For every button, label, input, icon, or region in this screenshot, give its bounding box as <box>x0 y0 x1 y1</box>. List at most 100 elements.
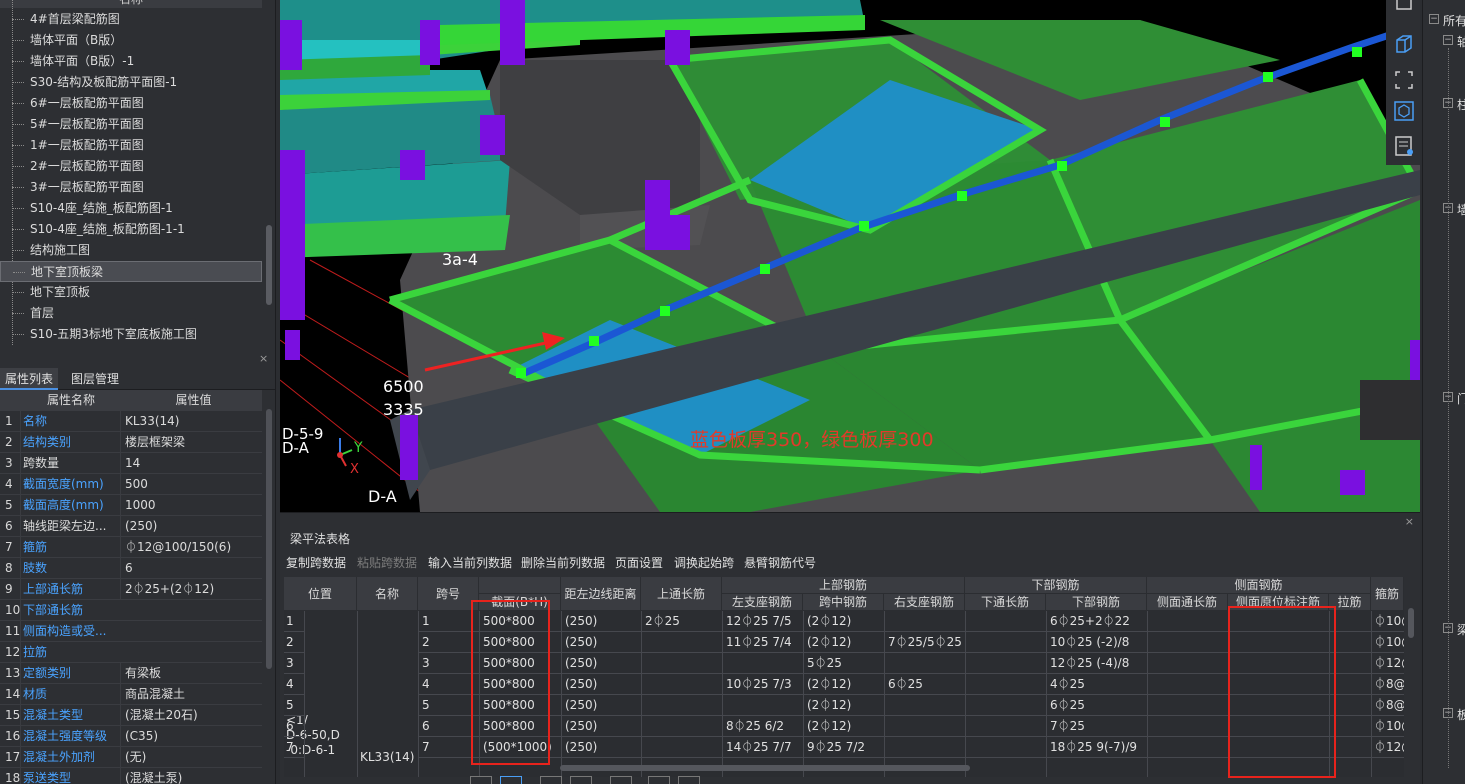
table-cell-idx[interactable]: 2 <box>286 632 301 652</box>
drawing-list-scrollbar[interactable] <box>265 0 273 348</box>
table-cell-mid[interactable]: (2⏀12) <box>807 611 882 631</box>
drawing-list-item[interactable]: 首层 <box>0 303 262 324</box>
scrollbar-thumb[interactable] <box>266 409 272 669</box>
table-cell-right[interactable]: 6⏀25 <box>888 674 963 694</box>
property-row[interactable]: 15 混凝土类型 (混凝土20石) <box>0 705 262 726</box>
property-value[interactable]: 商品混凝土 <box>120 684 262 704</box>
drawing-list-item[interactable]: 1#一层板配筋平面图 <box>0 135 262 156</box>
property-row[interactable]: 4 截面宽度(mm) 500 <box>0 474 262 495</box>
table-cell-dist[interactable]: (250) <box>565 737 639 757</box>
table-cell-span[interactable]: 5 <box>422 695 477 715</box>
table-cell-left[interactable]: 10⏀25 7/3 <box>726 674 801 694</box>
group-axis[interactable]: 轴 <box>1457 33 1465 50</box>
table-cell-stirrup[interactable]: ⏀10@ <box>1374 716 1404 736</box>
property-value[interactable]: ⏀12@100/150(6) <box>120 537 262 557</box>
property-row[interactable]: 11 侧面构造或受... <box>0 621 262 642</box>
beam-table-hscrollbar[interactable] <box>560 764 1250 772</box>
toolbar-button[interactable]: 悬臂钢筋代号 <box>744 554 816 571</box>
table-cell-span[interactable]: 3 <box>422 653 477 673</box>
table-cell-mid[interactable]: 5⏀25 <box>807 653 882 673</box>
table-cell-dist[interactable]: (250) <box>565 674 639 694</box>
close-icon[interactable]: × <box>1405 515 1414 528</box>
scrollbar-thumb[interactable] <box>266 225 272 305</box>
property-value[interactable]: 有梁板 <box>120 663 262 683</box>
status-icon[interactable] <box>570 776 592 784</box>
group-door[interactable]: 门 <box>1457 390 1465 407</box>
table-cell-dist[interactable]: (250) <box>565 611 639 631</box>
drawing-list-item[interactable]: 地下室顶板梁 <box>0 261 262 282</box>
drawing-list-item[interactable]: 3#一层板配筋平面图 <box>0 177 262 198</box>
drawing-list-item[interactable]: 4#首层梁配筋图 <box>0 9 262 30</box>
table-cell-right[interactable]: 7⏀25/5⏀25+ <box>888 632 963 652</box>
table-cell-left[interactable]: 11⏀25 7/4 <box>726 632 801 652</box>
table-cell-idx[interactable]: 1 <box>286 611 301 631</box>
table-cell-mid[interactable]: (2⏀12) <box>807 695 882 715</box>
collapse-icon[interactable]: − <box>1443 35 1453 45</box>
property-row[interactable]: 17 混凝土外加剂 (无) <box>0 747 262 768</box>
table-cell-bottom[interactable]: 4⏀25 <box>1050 674 1145 694</box>
table-cell-bottom[interactable]: 6⏀25 <box>1050 695 1145 715</box>
property-row[interactable]: 9 上部通长筋 2⏀25+(2⏀12) <box>0 579 262 600</box>
3d-view-icon[interactable] <box>1390 30 1416 56</box>
table-cell-left[interactable]: 14⏀25 7/7 <box>726 737 801 757</box>
table-cell-mid[interactable]: (2⏀12) <box>807 716 882 736</box>
table-cell-bottom[interactable]: 6⏀25+2⏀22 <box>1050 611 1145 631</box>
table-cell-stirrup[interactable]: ⏀12@ <box>1374 737 1404 757</box>
table-cell-stirrup[interactable]: ⏀8@ <box>1374 674 1404 694</box>
drawing-list-item[interactable]: 墙体平面（B版）-1 <box>0 51 262 72</box>
group-wall[interactable]: 墙 <box>1457 201 1465 218</box>
property-row[interactable]: 16 混凝土强度等级 (C35) <box>0 726 262 747</box>
table-cell-bottom[interactable]: 18⏀25 9(-7)/9 <box>1050 737 1145 757</box>
scrollbar-thumb[interactable] <box>560 765 970 771</box>
tab-property-list[interactable]: 属性列表 <box>0 368 59 390</box>
drawing-list-item[interactable]: 墙体平面（B版） <box>0 30 262 51</box>
property-row[interactable]: 5 截面高度(mm) 1000 <box>0 495 262 516</box>
property-row[interactable]: 10 下部通长筋 <box>0 600 262 621</box>
table-cell-stirrup[interactable]: ⏀10@ <box>1374 632 1404 652</box>
table-cell-stirrup[interactable]: ⏀12@ <box>1374 653 1404 673</box>
table-cell-span[interactable]: 1 <box>422 611 477 631</box>
property-row[interactable]: 18 泵送类型 (混凝土泵) <box>0 768 262 784</box>
table-cell-idx[interactable]: 5 <box>286 695 301 715</box>
beam-name[interactable]: KL33(14) <box>360 747 418 767</box>
table-cell-dist[interactable]: (250) <box>565 632 639 652</box>
drawing-list-item[interactable]: 2#一层板配筋平面图 <box>0 156 262 177</box>
status-icon[interactable] <box>610 776 632 784</box>
table-cell-bottom[interactable]: 12⏀25 (-4)/8 <box>1050 653 1145 673</box>
drawing-list-item[interactable]: 结构施工图 <box>0 240 262 261</box>
table-cell-idx[interactable]: 6 <box>286 716 301 736</box>
table-cell-span[interactable]: 4 <box>422 674 477 694</box>
drawing-list-item[interactable]: S30-结构及板配筋平面图-1 <box>0 72 262 93</box>
collapse-icon[interactable]: − <box>1429 14 1439 24</box>
view-cube-icon[interactable] <box>1390 0 1416 16</box>
status-icon[interactable] <box>470 776 492 784</box>
properties-scrollbar[interactable] <box>265 404 273 784</box>
table-cell-mid[interactable]: (2⏀12) <box>807 674 882 694</box>
table-cell-dist[interactable]: (250) <box>565 695 639 715</box>
table-cell-span[interactable]: 6 <box>422 716 477 736</box>
toolbar-button[interactable]: 粘贴跨数据 <box>357 554 417 571</box>
property-value[interactable]: 楼层框架梁 <box>120 432 262 452</box>
tab-layer-management[interactable]: 图层管理 <box>66 368 124 390</box>
scrollbar-thumb[interactable] <box>1408 608 1414 638</box>
toolbar-button[interactable]: 删除当前列数据 <box>521 554 605 571</box>
table-cell-mid[interactable]: (2⏀12) <box>807 632 882 652</box>
property-value[interactable]: 14 <box>120 453 262 473</box>
beam-table-vscrollbar[interactable] <box>1407 603 1415 773</box>
group-beam[interactable]: 梁 <box>1457 621 1465 638</box>
dynamic-observe-icon[interactable] <box>1390 97 1416 123</box>
property-row[interactable]: 6 轴线距梁左边... (250) <box>0 516 262 537</box>
property-value[interactable]: 500 <box>120 474 262 494</box>
table-cell-idx[interactable]: 7 <box>286 737 301 757</box>
drawing-list-item[interactable]: S10-五期3标地下室底板施工图 <box>0 324 262 345</box>
drawing-list-item[interactable]: 6#一层板配筋平面图 <box>0 93 262 114</box>
toolbar-button[interactable]: 调换起始跨 <box>674 554 734 571</box>
table-cell-left[interactable]: 12⏀25 7/5 <box>726 611 801 631</box>
table-cell-span[interactable]: 7 <box>422 737 477 757</box>
status-icon[interactable] <box>540 776 562 784</box>
toolbar-button[interactable]: 页面设置 <box>615 554 663 571</box>
property-value[interactable]: (混凝土泵) <box>120 768 262 784</box>
property-value[interactable]: 1000 <box>120 495 262 515</box>
property-row[interactable]: 2 结构类别 楼层框架梁 <box>0 432 262 453</box>
property-row[interactable]: 8 肢数 6 <box>0 558 262 579</box>
